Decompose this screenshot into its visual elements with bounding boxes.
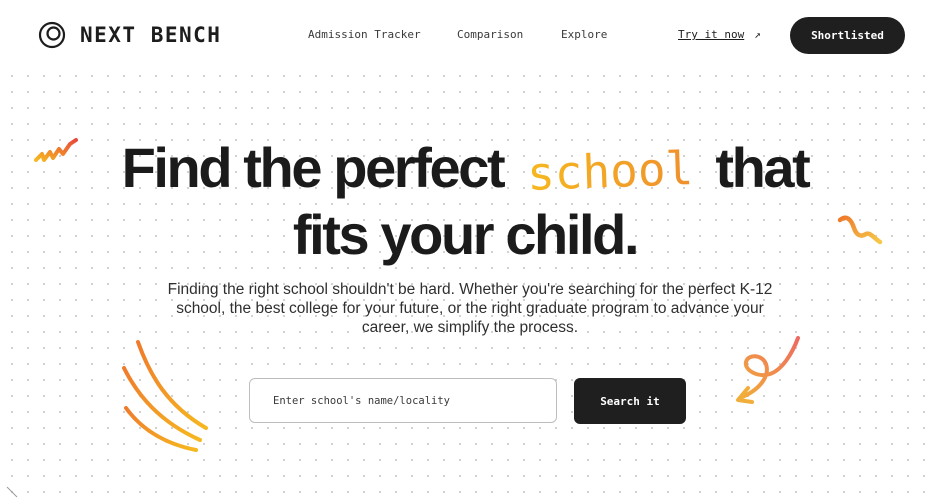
site-header: NEXT BENCH Admission Tracker Comparison … [0, 0, 930, 70]
headline-line-two: fits your child. [292, 203, 640, 266]
nav-admission-tracker[interactable]: Admission Tracker [308, 28, 421, 41]
loop-arrow-doodle-icon [736, 336, 800, 404]
headline-text-after: that [715, 136, 810, 199]
arc-lines-doodle-icon [122, 340, 208, 452]
hero-subtext: Finding the right school shouldn't be ha… [167, 281, 773, 336]
resize-corner-icon [6, 486, 18, 498]
school-search-input[interactable] [249, 378, 557, 423]
brand-logo[interactable]: NEXT BENCH [38, 21, 221, 49]
try-it-now-link[interactable]: Try it now ↗ [678, 28, 761, 41]
nav-explore[interactable]: Explore [561, 28, 607, 41]
nav-comparison[interactable]: Comparison [457, 28, 523, 41]
hero-headline: Find the perfect school that fits your chi… [0, 136, 930, 267]
headline-text-before: Find the perfect [121, 136, 506, 199]
shortlisted-button[interactable]: Shortlisted [790, 17, 905, 54]
brand-name: NEXT BENCH [80, 23, 222, 47]
arrow-up-right-icon: ↗ [754, 28, 761, 41]
headline-highlight-word: school [526, 136, 694, 206]
concentric-circle-logo-icon [38, 21, 66, 49]
try-it-now-label: Try it now [678, 28, 745, 41]
search-button[interactable]: Search it [574, 378, 686, 424]
